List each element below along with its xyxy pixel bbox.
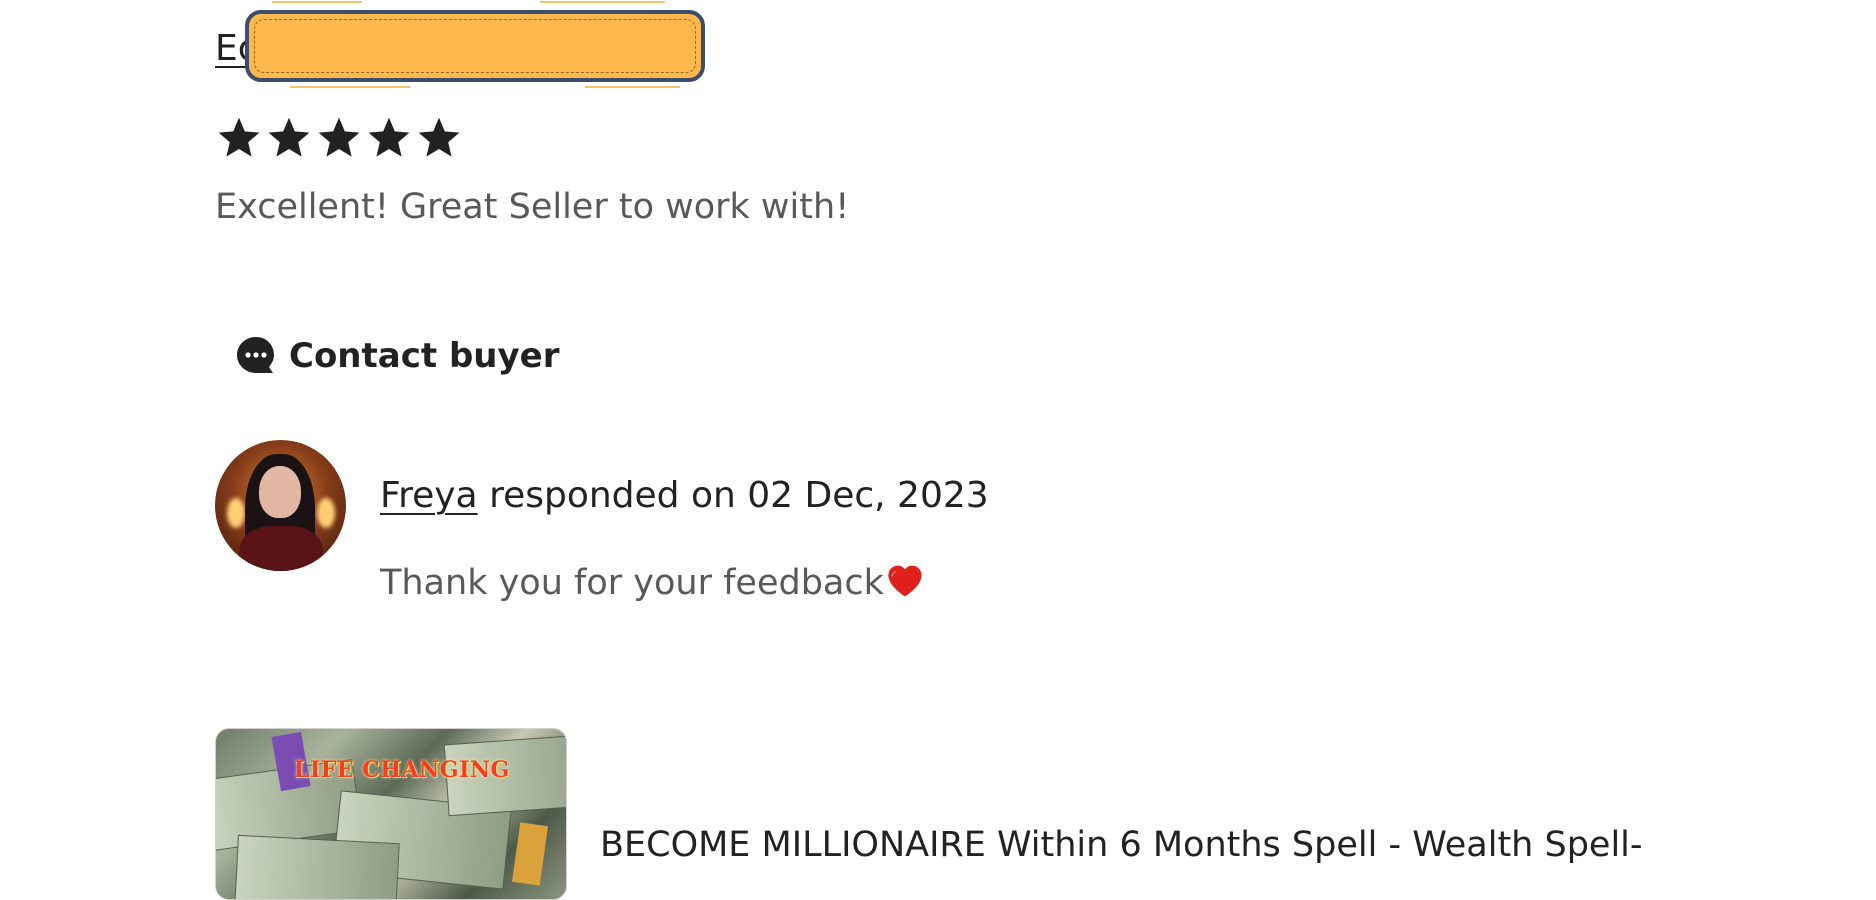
star-rating: [215, 114, 463, 162]
avatar-candle-left: [227, 498, 245, 528]
redaction-overlay: [245, 10, 705, 82]
seller-response-message: Thank you for your feedback: [380, 563, 924, 603]
seller-avatar[interactable]: [215, 440, 346, 571]
thumb-bill: [234, 834, 400, 899]
redaction-dash-top-2: [540, 1, 665, 3]
chat-bubble-icon: [237, 337, 274, 373]
review-text: Excellent! Great Seller to work with!: [215, 187, 850, 227]
contact-buyer-button[interactable]: Contact buyer: [235, 335, 560, 377]
star-icon: [318, 117, 360, 157]
response-date-text: responded on 02 Dec, 2023: [477, 475, 989, 516]
redaction-dash-top-1: [272, 1, 362, 3]
contact-buyer-label: Contact buyer: [289, 336, 560, 376]
listing-title-link[interactable]: BECOME MILLIONAIRE Within 6 Months Spell…: [600, 825, 1643, 865]
heart-icon: [888, 565, 922, 597]
thumb-money-band: [511, 822, 549, 886]
seller-response-header: Freya responded on 02 Dec, 2023: [380, 475, 989, 516]
star-icon: [218, 117, 260, 157]
response-message-text: Thank you for your feedback: [380, 563, 884, 603]
avatar-candle-right: [317, 498, 335, 528]
star-icon: [268, 117, 310, 157]
redaction-dash-bottom-1: [290, 86, 410, 88]
listing-thumbnail[interactable]: LIFE CHANGING: [215, 728, 567, 900]
redaction-dash-bottom-2: [585, 86, 680, 88]
star-icon: [368, 117, 410, 157]
avatar-dress: [239, 526, 323, 571]
avatar-face: [259, 466, 301, 518]
seller-name-link[interactable]: Freya: [380, 475, 478, 516]
thumbnail-caption: LIFE CHANGING: [294, 757, 510, 783]
star-icon: [418, 117, 460, 157]
